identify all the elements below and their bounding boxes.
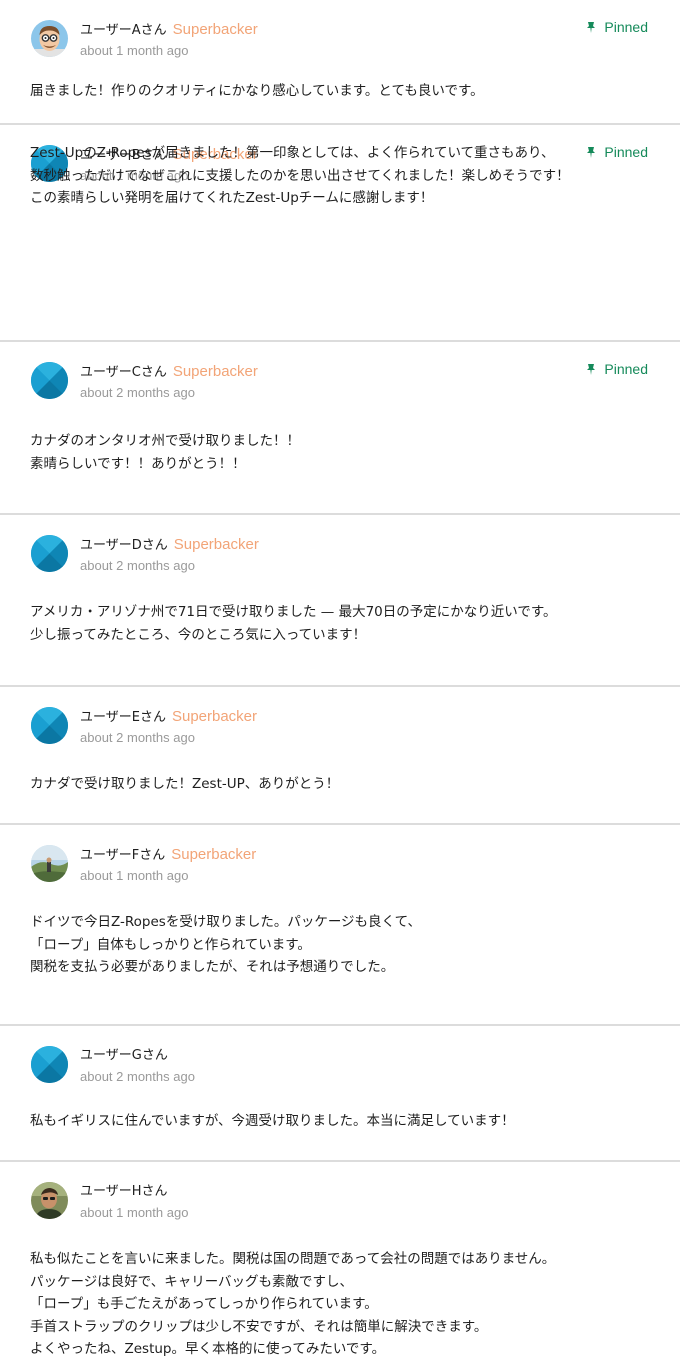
comment: ユーザーDさん Superbacker about 2 months ago アメ…: [0, 515, 680, 687]
comment-text-line: カナダで受け取りました！Zest-UP、ありがとう！: [30, 776, 340, 792]
avatar[interactable]: [31, 20, 68, 57]
timestamp[interactable]: about 2 months ago: [80, 558, 195, 573]
comment: ユーザーGさん about 2 months ago 私もイギリスに住んでいます…: [0, 1026, 680, 1162]
user-name[interactable]: ユーザーAさん: [80, 23, 167, 38]
comment-header: ユーザーGさん: [80, 1046, 168, 1066]
default-avatar-icon: [31, 362, 68, 399]
avatar[interactable]: [31, 362, 68, 399]
avatar[interactable]: [31, 707, 68, 744]
comment-header: ユーザーAさん Superbacker: [80, 20, 258, 41]
superbacker-badge: Superbacker: [172, 21, 258, 38]
comment-body: 私もイギリスに住んでいますが、今週受け取りました。本当に満足しています！: [30, 1110, 656, 1133]
superbacker-badge: Superbacker: [171, 708, 258, 725]
comment-text-line: ドイツで今日Z-Ropesを受け取りました。パッケージも良くて、: [30, 914, 421, 930]
avatar[interactable]: [31, 535, 68, 572]
landscape-photo-avatar-icon: [31, 845, 68, 882]
avatar[interactable]: [31, 845, 68, 882]
user-name[interactable]: ユーザーEさん: [80, 710, 166, 725]
timestamp[interactable]: about 2 months ago: [80, 385, 195, 400]
user-name[interactable]: ユーザーFさん: [80, 848, 165, 863]
comment-text-line: 手首ストラップのクリップは少し不安ですが、それは簡単に解決できます。: [30, 1318, 488, 1335]
pin-icon: [585, 21, 597, 33]
avatar[interactable]: [31, 1182, 68, 1219]
comment-text-line: 関税を支払う必要がありましたが、それは予想通りでした。: [30, 959, 395, 975]
comment-header: ユーザーCさん Superbacker: [80, 362, 258, 383]
timestamp[interactable]: about 2 months ago: [80, 1069, 195, 1084]
user-name[interactable]: ユーザーCさん: [80, 365, 167, 380]
comment-text-line: 「ロープ」も手ごたえがあってしっかり作られています。: [30, 1296, 378, 1312]
person-photo-avatar-icon: [31, 1182, 68, 1219]
avatar[interactable]: [31, 1046, 68, 1083]
comment-text-line: 届きました！作りのクオリティにかなり感心しています。とても良いです。: [30, 83, 484, 99]
user-name[interactable]: ユーザーHさん: [80, 1184, 168, 1199]
comment-text-line: よくやったね、Zestup。早く本格的に使ってみたいです。: [30, 1341, 386, 1357]
comment-body: 私も似たことを言いに来ました。関税は国の問題であって会社の問題ではありません。 …: [30, 1248, 656, 1361]
user-name[interactable]: ユーザーGさん: [80, 1048, 168, 1063]
pinned-text: Pinned: [604, 19, 648, 35]
comment-text-line: 少し振ってみたところ、今のところ気に入っています！: [30, 626, 367, 643]
comment-text-line: この素晴らしい発明を届けてくれたZest-Upチームに感謝します！: [30, 190, 434, 206]
default-avatar-icon: [31, 535, 68, 572]
comment-header: ユーザーFさん Superbacker: [80, 845, 256, 866]
comment: ユーザーHさん about 1 month ago 私も似たことを言いに来ました…: [0, 1162, 680, 1371]
default-avatar-icon: [31, 1046, 68, 1083]
superbacker-badge: Superbacker: [172, 363, 258, 380]
comment-header: ユーザーHさん: [80, 1182, 168, 1202]
timestamp[interactable]: about 1 month ago: [80, 43, 188, 58]
comment: ユーザーBさん Superbacker about 1 month ago Pin…: [0, 125, 680, 342]
comment-body: ドイツで今日Z-Ropesを受け取りました。パッケージも良くて、 「ロープ」自体…: [30, 911, 656, 979]
comment-text-line: 「ロープ」自体もしっかりと作られています。: [30, 936, 311, 953]
user-name[interactable]: ユーザーDさん: [80, 538, 168, 553]
default-avatar-icon: [31, 707, 68, 744]
pinned-label: Pinned: [585, 360, 648, 378]
pinned-label: Pinned: [585, 18, 648, 36]
superbacker-badge: Superbacker: [171, 846, 257, 863]
comment-body: アメリカ・アリゾナ州で71日で受け取りました — 最大70日の予定にかなり近いで…: [30, 601, 656, 646]
comment-text-line: 素晴らしいです！！ありがとう！！: [30, 455, 246, 472]
superbacker-badge: Superbacker: [173, 536, 259, 553]
pin-icon: [585, 363, 597, 375]
comment: ユーザーCさん Superbacker about 2 months ago Pi…: [0, 342, 680, 515]
comment-text-line: カナダのオンタリオ州で受け取りました！！: [30, 433, 300, 449]
comment-header: ユーザーDさん Superbacker: [80, 535, 259, 556]
pinned-text: Pinned: [604, 361, 648, 377]
comment-body: カナダで受け取りました！Zest-UP、ありがとう！: [30, 773, 656, 796]
comment-body: 届きました！作りのクオリティにかなり感心しています。とても良いです。: [30, 80, 656, 103]
comment: ユーザーAさん Superbacker about 1 month ago Pin…: [0, 0, 680, 125]
comment-text-line: 私も似たことを言いに来ました。関税は国の問題であって会社の問題ではありません。: [30, 1251, 556, 1267]
comment: ユーザーEさん Superbacker about 2 months ago カナ…: [0, 687, 680, 825]
comment-text-line: パッケージは良好で、キャリーバッグも素敵ですし、: [30, 1273, 354, 1290]
cartoon-face-avatar-icon: [31, 20, 68, 57]
comment: ユーザーFさん Superbacker about 1 month ago ドイツ…: [0, 825, 680, 1026]
comment-text-line: 私もイギリスに住んでいますが、今週受け取りました。本当に満足しています！: [30, 1113, 515, 1129]
comment-text-line: 数秒触っただけでなぜこれに支援したのかを思い出させてくれました！楽しめそうです！: [30, 167, 570, 184]
comment-header: ユーザーEさん Superbacker: [80, 707, 257, 728]
comment-body: Zest-UpのZ-Ropesが届きました！第一印象としては、よく作られていて重…: [30, 142, 656, 210]
timestamp[interactable]: about 2 months ago: [80, 730, 195, 745]
comment-body: カナダのオンタリオ州で受け取りました！！ 素晴らしいです！！ありがとう！！: [30, 430, 656, 475]
timestamp[interactable]: about 1 month ago: [80, 868, 188, 883]
timestamp[interactable]: about 1 month ago: [80, 1205, 188, 1220]
comment-text-line: Zest-UpのZ-Ropesが届きました！第一印象としては、よく作られていて重…: [30, 145, 555, 161]
comment-text-line: アメリカ・アリゾナ州で71日で受け取りました — 最大70日の予定にかなり近いで…: [30, 604, 557, 620]
